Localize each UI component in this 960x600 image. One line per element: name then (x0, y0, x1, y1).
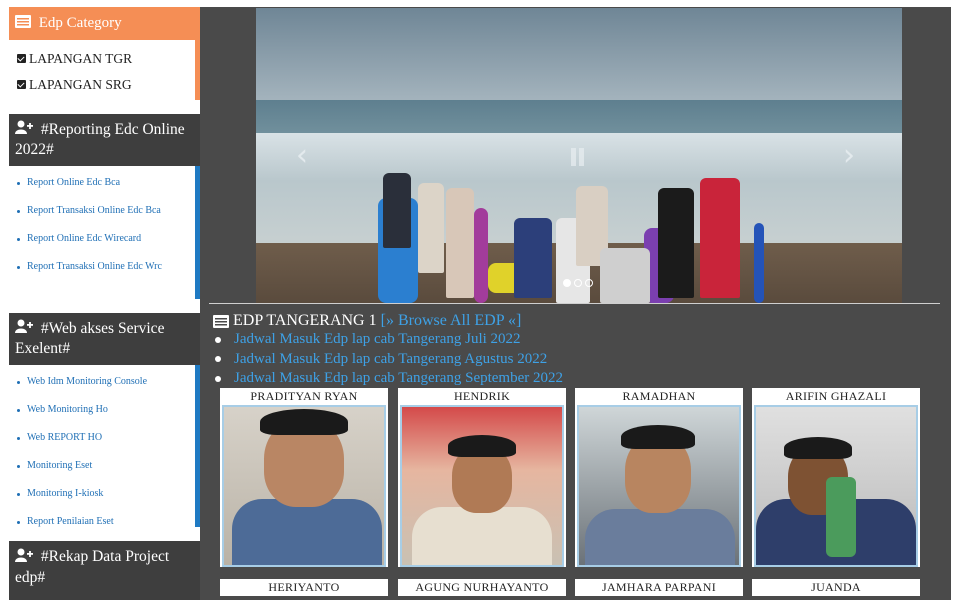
list-item[interactable]: Monitoring I-kiosk (17, 480, 195, 508)
staff-name: PRADITYAN RYAN (250, 389, 358, 403)
person (600, 248, 650, 303)
staff-name: RAMADHAN (622, 389, 696, 403)
user-plus-icon (15, 548, 33, 568)
edp-section-title: EDP TANGERANG 1 [» Browse All EDP «] (213, 312, 521, 330)
browse-all-link[interactable]: [» Browse All EDP «] (381, 312, 522, 330)
schedule-link[interactable]: Jadwal Masuk Edp lap cab Tangerang Juli … (234, 330, 521, 350)
list-item[interactable]: Web REPORT HO (17, 424, 195, 452)
rekap-panel-header: #Rekap Data Project edp# (9, 541, 200, 600)
person (658, 188, 694, 298)
staff-name: JUANDA (811, 580, 861, 594)
staff-photo (577, 405, 741, 567)
category-list: LAPANGAN TGR LAPANGAN SRG (9, 39, 200, 100)
staff-card[interactable]: RAMADHAN (575, 388, 743, 567)
check-icon (17, 54, 26, 64)
edp-title-text: EDP TANGERANG 1 (233, 312, 377, 329)
staff-card[interactable]: JUANDA (752, 579, 920, 596)
chevron-left-icon[interactable]: ‹ (296, 138, 308, 173)
link-label[interactable]: Report Online Edc Bca (27, 169, 120, 197)
staff-card[interactable]: HERIYANTO (220, 579, 388, 596)
sidebar: Edp Category LAPANGAN TGR LAPANGAN SRG #… (9, 7, 200, 600)
link-label[interactable]: Report Transaksi Online Edc Bca (27, 197, 161, 225)
category-item-label: LAPANGAN TGR (29, 50, 133, 66)
category-item[interactable]: LAPANGAN SRG (17, 72, 195, 98)
list-item[interactable]: Web Monitoring Ho (17, 396, 195, 424)
user-plus-icon (15, 120, 33, 140)
person (700, 178, 740, 298)
slider-dot[interactable] (563, 279, 571, 287)
pause-icon[interactable] (571, 148, 587, 166)
category-item[interactable]: LAPANGAN TGR (17, 46, 195, 72)
list-item[interactable]: Report Transaksi Online Edc Bca (17, 197, 195, 225)
list-item[interactable]: Monitoring Eset (17, 452, 195, 480)
category-item-label: LAPANGAN SRG (29, 76, 132, 92)
divider (209, 303, 940, 304)
list-item[interactable]: Report Online Edc Wirecard (17, 225, 195, 253)
link-label[interactable]: Web Monitoring Ho (27, 396, 108, 424)
category-panel-header: Edp Category (9, 7, 200, 40)
list-item[interactable]: Web Idm Monitoring Console (17, 368, 195, 396)
staff-name: HENDRIK (453, 389, 511, 403)
staff-name: AGUNG NURHAYANTO (415, 580, 549, 594)
person (514, 218, 552, 298)
staff-photo (754, 405, 918, 567)
list-item[interactable]: Jadwal Masuk Edp lap cab Tangerang Juli … (215, 330, 563, 350)
staff-photo (222, 405, 386, 567)
user-plus-icon (15, 319, 33, 339)
slider-indicators[interactable] (563, 279, 593, 287)
staff-card[interactable]: PRADITYAN RYAN (220, 388, 388, 567)
person (418, 183, 444, 273)
slider-dot[interactable] (585, 279, 593, 287)
link-label[interactable]: Report Transaksi Online Edc Wrc (27, 253, 162, 281)
schedule-link[interactable]: Jadwal Masuk Edp lap cab Tangerang Septe… (234, 369, 563, 389)
schedule-link[interactable]: Jadwal Masuk Edp lap cab Tangerang Agust… (234, 350, 547, 370)
check-icon (17, 80, 26, 90)
list-item[interactable]: Report Transaksi Online Edc Wrc (17, 253, 195, 281)
staff-name: HERIYANTO (268, 580, 340, 594)
web-akses-panel-header: #Web akses Service Exelent# (9, 313, 200, 366)
list-item[interactable]: Jadwal Masuk Edp lap cab Tangerang Septe… (215, 369, 563, 389)
slider-dot[interactable] (574, 279, 582, 287)
link-label[interactable]: Report Penilaian Eset (27, 508, 114, 536)
schedule-list: Jadwal Masuk Edp lap cab Tangerang Juli … (215, 330, 563, 389)
chevron-right-icon[interactable]: › (843, 138, 855, 173)
staff-photo (400, 405, 564, 567)
reporting-panel-title: #Reporting Edc Online 2022# (15, 120, 185, 158)
image-slider[interactable]: ‹ › (256, 8, 902, 303)
staff-name: ARIFIN GHAZALI (785, 389, 887, 403)
staff-card[interactable]: AGUNG NURHAYANTO (398, 579, 566, 596)
staff-card[interactable]: ARIFIN GHAZALI (752, 388, 920, 567)
category-panel-title: Edp Category (38, 15, 122, 31)
reporting-list: Report Online Edc Bca Report Transaksi O… (9, 166, 200, 299)
web-akses-list: Web Idm Monitoring Console Web Monitorin… (9, 365, 200, 528)
link-label[interactable]: Web Idm Monitoring Console (27, 368, 147, 396)
staff-card[interactable]: JAMHARA PARPANI (575, 579, 743, 596)
web-akses-panel-title: #Web akses Service Exelent# (15, 320, 165, 358)
surfboard (474, 208, 488, 303)
staff-name: JAMHARA PARPANI (602, 580, 716, 594)
list-item[interactable]: Report Online Edc Bca (17, 169, 195, 197)
list-icon (15, 14, 31, 34)
link-label[interactable]: Monitoring I-kiosk (27, 480, 103, 508)
person (446, 188, 474, 298)
list-item[interactable]: Jadwal Masuk Edp lap cab Tangerang Agust… (215, 350, 563, 370)
surfboard (754, 223, 764, 303)
list-icon (213, 314, 229, 328)
staff-card[interactable]: HENDRIK (398, 388, 566, 567)
reporting-panel-header: #Reporting Edc Online 2022# (9, 113, 200, 166)
link-label[interactable]: Monitoring Eset (27, 452, 92, 480)
page: Edp Category LAPANGAN TGR LAPANGAN SRG #… (0, 0, 960, 600)
link-label[interactable]: Web REPORT HO (27, 424, 102, 452)
rekap-panel-title: #Rekap Data Project edp# (15, 548, 170, 586)
person (383, 173, 411, 248)
link-label[interactable]: Report Online Edc Wirecard (27, 225, 141, 253)
